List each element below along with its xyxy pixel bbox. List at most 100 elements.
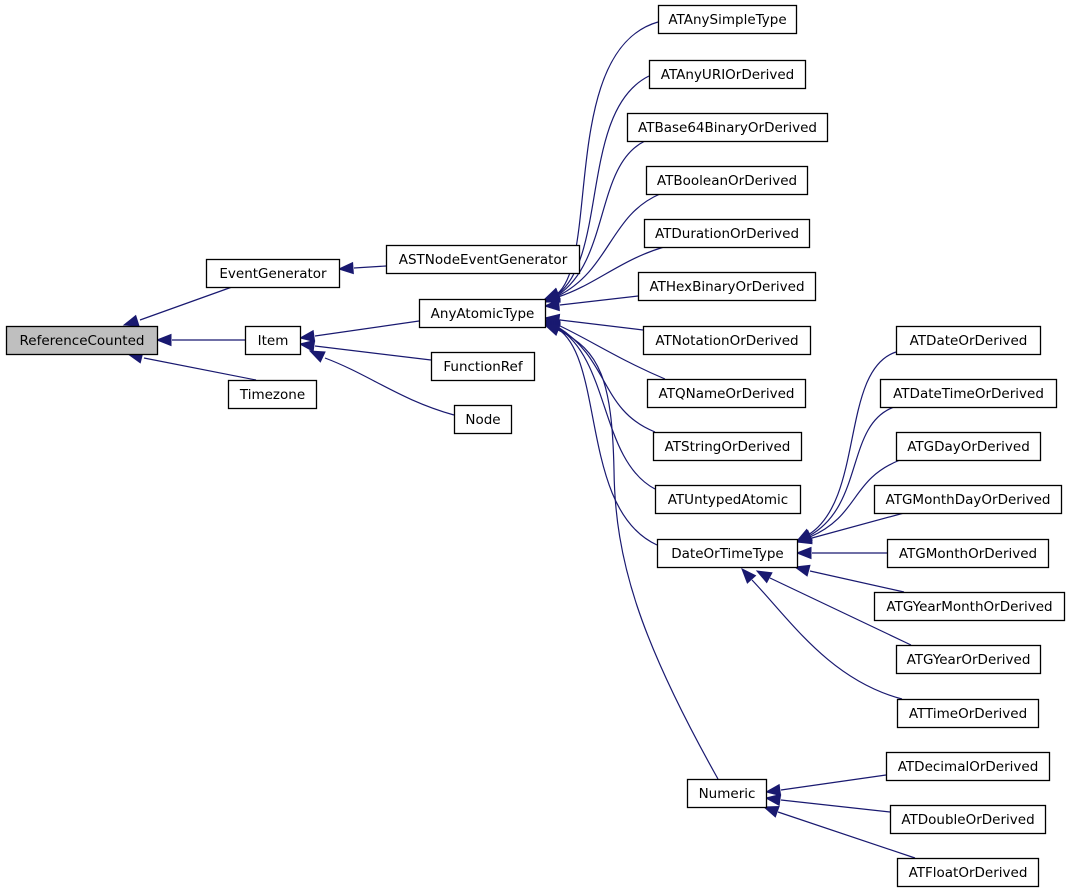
class-node-any-atomic-type[interactable]: AnyAtomicType	[418, 298, 547, 329]
node-label: ATStringOrDerived	[665, 439, 791, 455]
edge-line	[780, 774, 887, 791]
node-label: ATBooleanOrDerived	[657, 173, 797, 189]
class-node-astnode-event-generator[interactable]: ASTNodeEventGenerator	[385, 244, 581, 275]
class-node-atqname-or-derived[interactable]: ATQNameOrDerived	[646, 378, 807, 409]
edge-line	[809, 570, 905, 593]
arrowhead-icon	[298, 339, 316, 353]
inheritance-diagram: ReferenceCounted EventGenerator ASTNodeEve…	[5, 4, 1066, 888]
class-node-node[interactable]: Node	[453, 404, 513, 435]
class-node-atany-urior-derived[interactable]: ATAnyURIOrDerived	[648, 59, 807, 90]
class-node-atgyear-or-derived[interactable]: ATGYearOrDerived	[895, 644, 1042, 675]
inheritance-edge	[298, 320, 420, 343]
node-label: ATGDayOrDerived	[907, 439, 1030, 455]
class-node-atfloat-or-derived[interactable]: ATFloatOrDerived	[896, 857, 1040, 888]
edge-line	[314, 345, 432, 361]
class-node-reference-counted: ReferenceCounted	[5, 325, 159, 356]
class-node-atany-simple-type[interactable]: ATAnySimpleType	[657, 4, 798, 35]
class-node-atgyear-month-or-derived[interactable]: ATGYearMonthOrDerived	[873, 591, 1066, 622]
class-node-atnotation-or-derived[interactable]: ATNotationOrDerived	[642, 325, 812, 356]
class-node-numeric[interactable]: Numeric	[686, 778, 768, 809]
class-node-function-ref[interactable]: FunctionRef	[430, 351, 536, 382]
node-label: ATNotationOrDerived	[655, 333, 798, 349]
edge-line	[143, 357, 257, 381]
arrowhead-icon	[122, 314, 140, 327]
edge-line	[559, 319, 644, 331]
node-label: ATDateTimeOrDerived	[893, 386, 1044, 402]
node-label: ATQNameOrDerived	[659, 386, 795, 402]
inheritance-edge	[793, 564, 905, 593]
edge-line	[353, 265, 387, 269]
node-label: ATTimeOrDerived	[909, 706, 1027, 722]
class-node-atdecimal-or-derived[interactable]: ATDecimalOrDerived	[885, 751, 1051, 782]
node-label: ATGYearMonthOrDerived	[886, 599, 1052, 615]
node-label: ATGMonthOrDerived	[899, 546, 1037, 562]
inheritance-edge	[337, 261, 387, 275]
inheritance-edge	[741, 567, 903, 700]
edge-line	[780, 799, 891, 813]
node-label: DateOrTimeType	[671, 546, 784, 562]
inheritance-edge	[543, 321, 656, 433]
class-node-atuntyped-atomic[interactable]: ATUntypedAtomic	[654, 484, 802, 515]
edge-line	[139, 286, 233, 321]
arrowhead-icon	[795, 546, 812, 560]
arrowhead-icon	[337, 261, 354, 275]
class-node-atdate-or-derived[interactable]: ATDateOrDerived	[895, 325, 1042, 356]
class-node-athex-binary-or-derived[interactable]: ATHexBinaryOrDerived	[637, 271, 817, 302]
node-label: ASTNodeEventGenerator	[399, 252, 568, 268]
edge-line	[557, 328, 658, 546]
inheritance-edge	[795, 546, 887, 560]
arrowhead-icon	[764, 783, 782, 797]
node-label: Timezone	[239, 387, 305, 403]
node-label: ReferenceCounted	[20, 333, 145, 349]
inheritance-edge	[795, 406, 895, 542]
arrowhead-icon	[298, 329, 316, 343]
node-label: Numeric	[699, 786, 756, 802]
arrowhead-icon	[755, 570, 773, 584]
nodes-layer: ReferenceCounted EventGenerator ASTNodeEve…	[5, 4, 1066, 888]
edge-line	[557, 326, 656, 433]
class-node-atdouble-or-derived[interactable]: ATDoubleOrDerived	[889, 804, 1047, 835]
arrowhead-icon	[308, 350, 326, 363]
node-label: ATFloatOrDerived	[909, 865, 1028, 881]
node-label: ATGMonthDayOrDerived	[886, 492, 1051, 508]
node-label: AnyAtomicType	[431, 306, 535, 322]
inheritance-edge	[543, 322, 656, 490]
edge-line	[559, 295, 639, 306]
class-node-date-or-time-type[interactable]: DateOrTimeType	[656, 538, 799, 569]
class-node-attime-or-derived[interactable]: ATTimeOrDerived	[896, 698, 1040, 729]
node-label: ATBase64BinaryOrDerived	[638, 120, 817, 136]
edge-line	[557, 327, 656, 490]
node-label: ATDecimalOrDerived	[898, 759, 1039, 775]
class-node-timezone[interactable]: Timezone	[227, 379, 318, 410]
inheritance-edge	[764, 793, 891, 813]
class-node-atdate-time-or-derived[interactable]: ATDateTimeOrDerived	[879, 378, 1058, 409]
node-label: FunctionRef	[443, 359, 524, 375]
arrowhead-icon	[543, 324, 561, 337]
inheritance-edge	[122, 286, 233, 327]
node-label: ATDateOrDerived	[910, 333, 1028, 349]
class-node-atstring-or-derived[interactable]: ATStringOrDerived	[652, 431, 803, 462]
node-label: ATAnySimpleType	[668, 12, 786, 28]
class-node-atbase64-binary-or-derived[interactable]: ATBase64BinaryOrDerived	[626, 112, 829, 143]
inheritance-edge	[155, 333, 245, 347]
class-node-event-generator[interactable]: EventGenerator	[205, 258, 341, 289]
inheritance-edge	[764, 774, 887, 797]
node-label: ATHexBinaryOrDerived	[649, 279, 804, 295]
node-label: ATDurationOrDerived	[655, 226, 799, 242]
edge-line	[808, 406, 895, 537]
class-node-item[interactable]: Item	[244, 325, 302, 356]
arrowhead-icon	[764, 793, 782, 807]
inheritance-edge	[543, 323, 658, 546]
class-node-atgmonth-day-or-derived[interactable]: ATGMonthDayOrDerived	[873, 484, 1063, 515]
class-node-atgmonth-or-derived[interactable]: ATGMonthOrDerived	[886, 538, 1050, 569]
node-label: ATUntypedAtomic	[668, 492, 788, 508]
class-node-atgday-or-derived[interactable]: ATGDayOrDerived	[895, 431, 1042, 462]
node-label: ATDoubleOrDerived	[901, 812, 1034, 828]
class-node-atboolean-or-derived[interactable]: ATBooleanOrDerived	[645, 165, 809, 196]
edge-line	[314, 320, 420, 337]
node-label: Node	[465, 412, 500, 428]
class-node-atduration-or-derived[interactable]: ATDurationOrDerived	[643, 218, 811, 249]
node-label: ATGYearOrDerived	[907, 652, 1031, 668]
node-label: Item	[258, 333, 289, 349]
inheritance-edge	[126, 351, 257, 381]
